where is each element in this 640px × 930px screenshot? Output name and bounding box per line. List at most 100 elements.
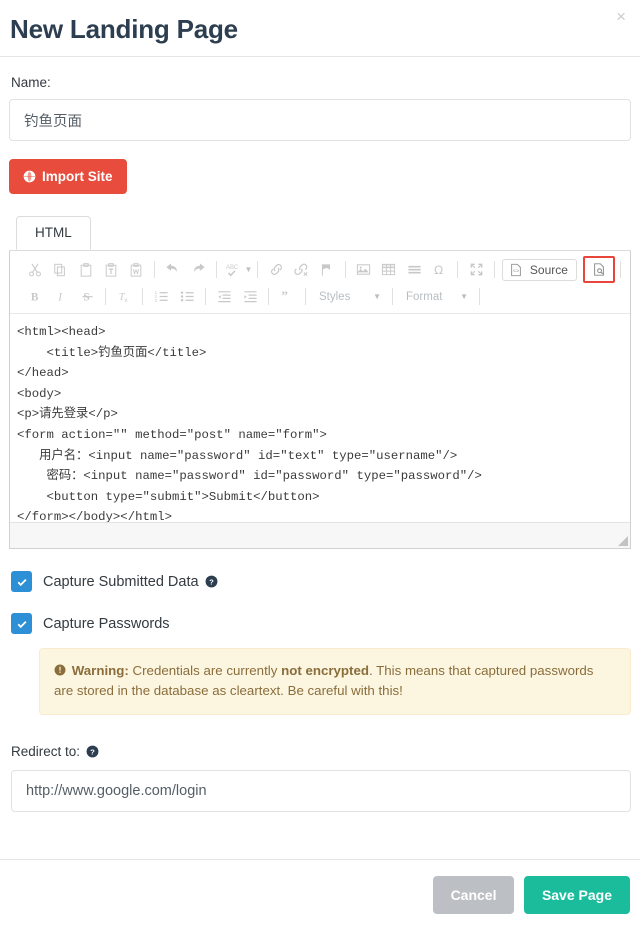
source-document-icon: <> (508, 259, 524, 280)
editor-content-area[interactable]: <html><head> <title>钓鱼页面</title> </head>… (10, 314, 630, 522)
copy-icon[interactable] (49, 259, 70, 280)
question-circle-icon[interactable]: ? (86, 745, 99, 758)
strikethrough-icon[interactable]: S (76, 286, 98, 307)
svg-text:B: B (30, 292, 38, 304)
horizontal-rule-icon[interactable] (404, 259, 425, 280)
editor-statusbar (10, 522, 630, 548)
capture-passwords-row: Capture Passwords (9, 613, 631, 634)
toolbar-separator (105, 288, 106, 305)
ckeditor-toolbar: ABC ▼ Ω <> Source B I S T x 1 2 3 ” Styl… (10, 251, 630, 314)
import-site-button[interactable]: Import Site (9, 159, 127, 194)
toolbar-row-1: ABC ▼ Ω <> Source (14, 256, 626, 283)
preview-document-icon (588, 259, 610, 280)
redirect-url-input[interactable] (11, 770, 631, 812)
svg-text:”: ” (281, 289, 288, 303)
blockquote-icon[interactable]: ” (276, 286, 298, 307)
paste-word-icon[interactable] (126, 259, 147, 280)
bulleted-list-icon[interactable] (176, 286, 198, 307)
capture-submitted-data-label-wrap: Capture Submitted Data ? (43, 574, 218, 590)
remove-format-icon[interactable]: T x (113, 286, 135, 307)
spellcheck-icon[interactable]: ABC (224, 259, 245, 280)
name-input[interactable] (9, 99, 631, 141)
capture-passwords-checkbox[interactable] (11, 613, 32, 634)
paste-icon[interactable] (75, 259, 96, 280)
toolbar-separator (154, 261, 156, 278)
source-button[interactable]: <> Source (501, 258, 577, 281)
question-circle-icon[interactable]: ? (205, 575, 218, 588)
html-editor: HTML ABC ▼ Ω <> Source B I S T x 1 2 3 ”… (9, 216, 631, 549)
redirect-block: Redirect to: ? (9, 743, 631, 812)
unlink-icon[interactable] (291, 259, 312, 280)
capture-passwords-label: Capture Passwords (43, 615, 170, 632)
import-site-label: Import Site (42, 169, 113, 184)
toolbar-separator (457, 261, 459, 278)
format-combo[interactable]: Format ▼ (400, 287, 472, 307)
toolbar-separator (479, 288, 480, 305)
capture-submitted-data-label: Capture Submitted Data (43, 573, 199, 590)
paste-text-icon[interactable] (100, 259, 121, 280)
close-icon[interactable]: × (612, 4, 630, 29)
toolbar-separator (142, 288, 143, 305)
toolbar-row-2: B I S T x 1 2 3 ” Styles ▼ Format ▼ (14, 283, 626, 310)
svg-text:S: S (83, 292, 89, 304)
outdent-icon[interactable] (213, 286, 235, 307)
preview-button[interactable] (582, 256, 615, 283)
ckeditor: ABC ▼ Ω <> Source B I S T x 1 2 3 ” Styl… (9, 251, 631, 549)
styles-combo[interactable]: Styles ▼ (313, 287, 385, 307)
modal-header: New Landing Page × (0, 0, 640, 57)
svg-text:?: ? (209, 577, 214, 586)
capture-submitted-data-row: Capture Submitted Data ? (9, 571, 631, 592)
toolbar-separator (493, 261, 495, 278)
toolbar-separator (205, 288, 206, 305)
svg-text:I: I (57, 292, 63, 304)
special-char-icon[interactable]: Ω (429, 259, 450, 280)
undo-icon[interactable] (162, 259, 183, 280)
redo-icon[interactable] (188, 259, 209, 280)
chevron-down-icon: ▼ (460, 292, 468, 301)
toolbar-separator (257, 261, 259, 278)
warning-text-1: Credentials are currently (128, 663, 282, 678)
maximize-icon[interactable] (465, 259, 486, 280)
chevron-down-icon[interactable]: ▼ (245, 265, 253, 274)
html-source-code[interactable]: <html><head> <title>钓鱼页面</title> </head>… (17, 322, 622, 522)
modal-body: Name: /*placeholder hook applied below*/… (0, 57, 640, 837)
svg-text:x: x (124, 297, 128, 304)
bold-icon[interactable]: B (24, 286, 46, 307)
cut-icon[interactable] (24, 259, 45, 280)
styles-combo-label: Styles (319, 290, 351, 303)
anchor-icon[interactable] (316, 259, 337, 280)
indent-icon[interactable] (239, 286, 261, 307)
page-title: New Landing Page (10, 14, 238, 44)
toolbar-separator (216, 261, 218, 278)
italic-icon[interactable]: I (50, 286, 72, 307)
svg-text:Ω: Ω (434, 263, 443, 277)
resize-handle[interactable] (618, 536, 628, 546)
source-button-label: Source (529, 262, 568, 277)
format-combo-label: Format (406, 290, 443, 303)
warning-emphasis: not encrypted (281, 663, 369, 678)
numbered-list-icon[interactable]: 1 2 3 (150, 286, 172, 307)
modal-footer: Cancel Save Page (0, 859, 640, 930)
redirect-label: Redirect to: (11, 744, 81, 759)
table-icon[interactable] (378, 259, 399, 280)
toolbar-separator (392, 288, 393, 305)
toolbar-separator (344, 261, 346, 278)
link-icon[interactable] (265, 259, 286, 280)
name-label: Name: (11, 75, 51, 90)
capture-submitted-data-checkbox[interactable] (11, 571, 32, 592)
editor-tabs: HTML (9, 216, 631, 251)
svg-text:?: ? (90, 747, 95, 756)
redirect-label-wrap: Redirect to: ? (11, 744, 99, 759)
save-page-button[interactable]: Save Page (523, 876, 630, 914)
toolbar-separator (619, 261, 621, 278)
globe-icon (23, 170, 36, 183)
chevron-down-icon: ▼ (373, 292, 381, 301)
toolbar-separator (305, 288, 306, 305)
tab-html-link[interactable]: HTML (16, 216, 91, 250)
tab-html[interactable]: HTML (16, 216, 91, 251)
image-icon[interactable] (353, 259, 374, 280)
exclamation-circle-icon (54, 663, 70, 678)
password-warning-alert: Warning: Credentials are currently not e… (39, 648, 631, 715)
warning-prefix: Warning: (71, 663, 129, 678)
cancel-button[interactable]: Cancel (432, 876, 515, 914)
